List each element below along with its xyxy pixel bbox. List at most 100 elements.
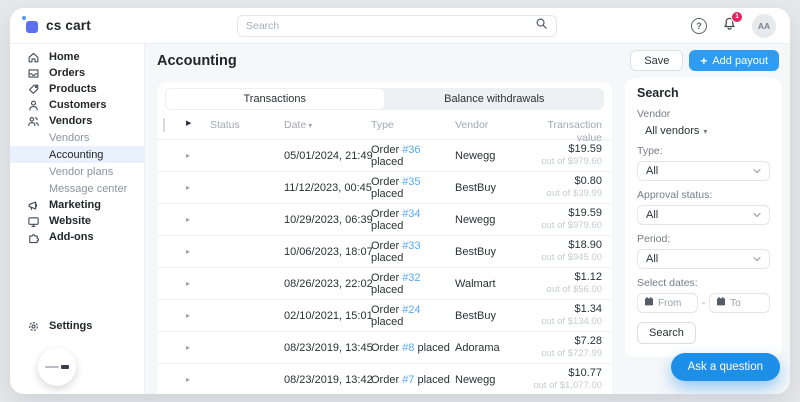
order-link[interactable]: #35 [402, 176, 420, 188]
order-link[interactable]: #24 [402, 304, 420, 316]
cell-date: 10/06/2023, 18:07 [284, 246, 371, 258]
sidebar-item-addons[interactable]: Add-ons [10, 229, 144, 245]
expand-all-icon[interactable]: ▶ [186, 119, 210, 127]
row-expand-icon[interactable]: ▸ [186, 375, 210, 384]
cell-vendor: Walmart [455, 278, 529, 290]
add-payout-button[interactable]: + Add payout [689, 50, 779, 71]
addons-puzzle-icon [26, 231, 40, 244]
order-link[interactable]: #36 [402, 144, 420, 156]
save-button[interactable]: Save [630, 50, 683, 71]
table-row[interactable]: ▸ 08/26/2023, 22:02 Order #32 placed Wal… [157, 268, 612, 300]
sidebar-item-label: Marketing [49, 199, 101, 211]
sidebar-item-customers[interactable]: Customers [10, 97, 144, 113]
sidebar-item-orders[interactable]: Orders [10, 65, 144, 81]
cell-date: 05/01/2024, 21:49 [284, 150, 371, 162]
cell-type: Order #36 placed [371, 144, 455, 168]
chevron-down-icon: ▾ [703, 127, 707, 136]
home-icon [26, 51, 40, 64]
order-link[interactable]: #33 [402, 240, 420, 252]
sidebar-subitem-accounting[interactable]: Accounting [10, 146, 144, 163]
sidebar-item-products[interactable]: Products [10, 81, 144, 97]
page-title: Accounting [157, 53, 237, 69]
table-row[interactable]: ▸ 02/10/2021, 15:01 Order #24 placed Bes… [157, 300, 612, 332]
row-expand-icon[interactable]: ▸ [186, 343, 210, 352]
vendor-filter-label: Vendor [637, 108, 770, 120]
filter-panel-title: Search [637, 86, 770, 100]
row-expand-icon[interactable]: ▸ [186, 311, 210, 320]
select-all-checkbox[interactable] [163, 118, 165, 132]
cell-vendor: Newegg [455, 374, 529, 386]
notifications-button[interactable]: 1 [722, 16, 737, 36]
sidebar-subitem-message-center[interactable]: Message center [10, 180, 144, 197]
table-row[interactable]: ▸ 05/01/2024, 21:49 Order #36 placed New… [157, 140, 612, 172]
order-link[interactable]: #8 [402, 342, 414, 354]
cell-type: Order #34 placed [371, 208, 455, 232]
website-icon [26, 215, 40, 228]
sidebar-item-website[interactable]: Website [10, 213, 144, 229]
table-row[interactable]: ▸ 08/23/2019, 13:42 Order #7 placed Newe… [157, 364, 612, 394]
approval-status-filter-select[interactable]: All [637, 205, 770, 225]
row-expand-icon[interactable]: ▸ [186, 151, 210, 160]
cell-vendor: Newegg [455, 214, 529, 226]
column-header-date[interactable]: Date▾ [284, 119, 371, 131]
ask-a-question-button[interactable]: Ask a question [671, 353, 780, 381]
sidebar-item-home[interactable]: Home [10, 49, 144, 65]
sidebar-item-settings[interactable]: Settings [10, 318, 144, 334]
sidebar-item-vendors[interactable]: Vendors [10, 113, 144, 129]
global-search-box[interactable] [237, 15, 557, 37]
sidebar-item-label: Add-ons [49, 231, 94, 243]
sidebar-item-label: Products [49, 83, 97, 95]
order-link[interactable]: #34 [402, 208, 420, 220]
cell-type: Order #7 placed [371, 374, 455, 386]
partner-badge[interactable] [38, 348, 76, 386]
row-expand-icon[interactable]: ▸ [186, 215, 210, 224]
tab-bar: Transactions Balance withdrawals [165, 88, 604, 110]
date-to-field[interactable] [709, 293, 770, 313]
sidebar-item-marketing[interactable]: Marketing [10, 197, 144, 213]
tab-transactions[interactable]: Transactions [165, 88, 385, 110]
cell-transaction-value: $0.80 out of $39.99 [529, 175, 602, 201]
help-icon[interactable]: ? [691, 18, 707, 34]
sidebar-item-label: Vendors [49, 115, 92, 127]
row-expand-icon[interactable]: ▸ [186, 183, 210, 192]
table-row[interactable]: ▸ 10/06/2023, 18:07 Order #33 placed Bes… [157, 236, 612, 268]
date-to-input[interactable] [730, 298, 763, 309]
sidebar-subitem-vendor-plans[interactable]: Vendor plans [10, 163, 144, 180]
cell-transaction-value: $18.90 out of $945.00 [529, 239, 602, 265]
cell-vendor: BestBuy [455, 310, 529, 322]
vendor-filter-dropdown[interactable]: All vendors ▾ [645, 125, 770, 137]
table-row[interactable]: ▸ 08/23/2019, 13:45 Order #8 placed Ador… [157, 332, 612, 364]
type-filter-label: Type: [637, 145, 770, 157]
order-link[interactable]: #32 [402, 272, 420, 284]
type-filter-select[interactable]: All [637, 161, 770, 181]
cell-type: Order #33 placed [371, 240, 455, 264]
cell-vendor: BestBuy [455, 182, 529, 194]
row-expand-icon[interactable]: ▸ [186, 247, 210, 256]
cell-vendor: BestBuy [455, 246, 529, 258]
user-avatar[interactable]: AA [752, 14, 776, 38]
tab-balance-withdrawals[interactable]: Balance withdrawals [385, 88, 605, 110]
sidebar-subitem-vendors[interactable]: Vendors [10, 129, 144, 146]
customer-icon [26, 99, 40, 112]
global-search-input[interactable] [246, 20, 535, 32]
table-row[interactable]: ▸ 10/29/2023, 06:39 Order #34 placed New… [157, 204, 612, 236]
date-from-input[interactable] [658, 298, 691, 309]
table-body: ▸ 05/01/2024, 21:49 Order #36 placed New… [157, 140, 612, 394]
date-from-field[interactable] [637, 293, 698, 313]
cell-type: Order #8 placed [371, 342, 455, 354]
table-row[interactable]: ▸ 11/12/2023, 00:45 Order #35 placed Bes… [157, 172, 612, 204]
cell-type: Order #24 placed [371, 304, 455, 328]
cell-date: 11/12/2023, 00:45 [284, 182, 371, 194]
filter-search-button[interactable]: Search [637, 322, 696, 344]
order-link[interactable]: #7 [402, 374, 414, 386]
calendar-icon [716, 294, 726, 312]
chevron-down-icon [753, 209, 761, 221]
period-filter-select[interactable]: All [637, 249, 770, 269]
topbar: cs cart ? 1 AA [10, 8, 790, 44]
sidebar-item-label: Website [49, 215, 91, 227]
cell-transaction-value: $19.59 out of $979.60 [529, 143, 602, 169]
row-expand-icon[interactable]: ▸ [186, 279, 210, 288]
filter-panel: Search Vendor All vendors ▾ Type: All Ap… [625, 78, 782, 357]
chevron-down-icon [753, 253, 761, 265]
sidebar: Home Orders Products [10, 44, 145, 394]
